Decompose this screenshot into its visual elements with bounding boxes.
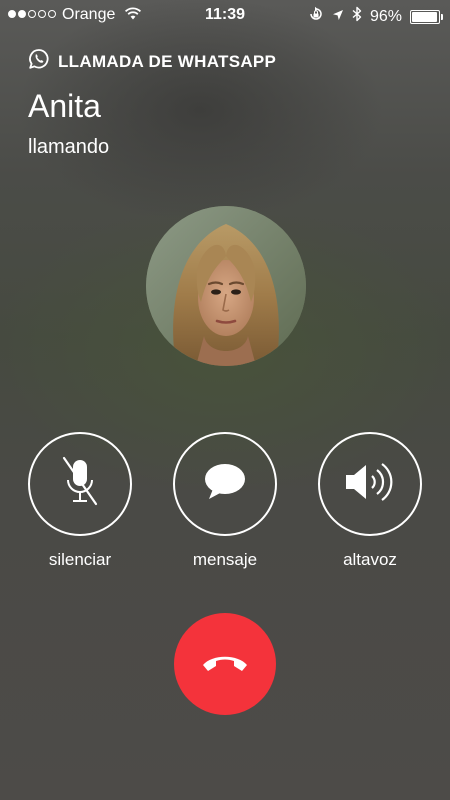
call-app-header: LLAMADA DE WHATSAPP (28, 48, 276, 75)
speaker-button[interactable]: altavoz (316, 432, 424, 570)
battery-percentage: 96% (369, 7, 402, 25)
bluetooth-icon (352, 6, 362, 27)
battery-level (412, 11, 437, 22)
location-arrow-icon (332, 8, 344, 26)
whatsapp-icon (28, 48, 50, 75)
microphone-muted-icon (60, 456, 100, 513)
phone-hangup-icon (200, 651, 250, 678)
battery-icon (410, 9, 443, 24)
mute-label: silenciar (48, 550, 112, 569)
speech-bubble-icon (203, 462, 247, 507)
battery-tip (441, 13, 443, 20)
message-button[interactable]: mensaje (171, 432, 279, 570)
status-bar: Orange 11:39 96% (0, 0, 450, 30)
caller-name: Anita (28, 88, 101, 124)
call-status: llamando (28, 136, 110, 158)
end-call-button[interactable] (174, 613, 276, 715)
mute-button[interactable]: silenciar (26, 432, 134, 570)
call-type-label: LLAMADA DE WHATSAPP (58, 51, 277, 71)
message-button-circle[interactable] (173, 432, 277, 536)
rotation-lock-icon (308, 6, 324, 27)
call-screen: Orange 11:39 96% LLAMADA DE WHATSAPP Ani… (0, 0, 450, 800)
speaker-icon (342, 460, 398, 509)
status-indicators: 96% (308, 6, 443, 27)
mute-button-circle[interactable] (28, 432, 132, 536)
speaker-button-circle[interactable] (318, 432, 422, 536)
caller-avatar (146, 206, 306, 366)
message-label: mensaje (192, 550, 258, 569)
speaker-label: altavoz (343, 550, 397, 569)
